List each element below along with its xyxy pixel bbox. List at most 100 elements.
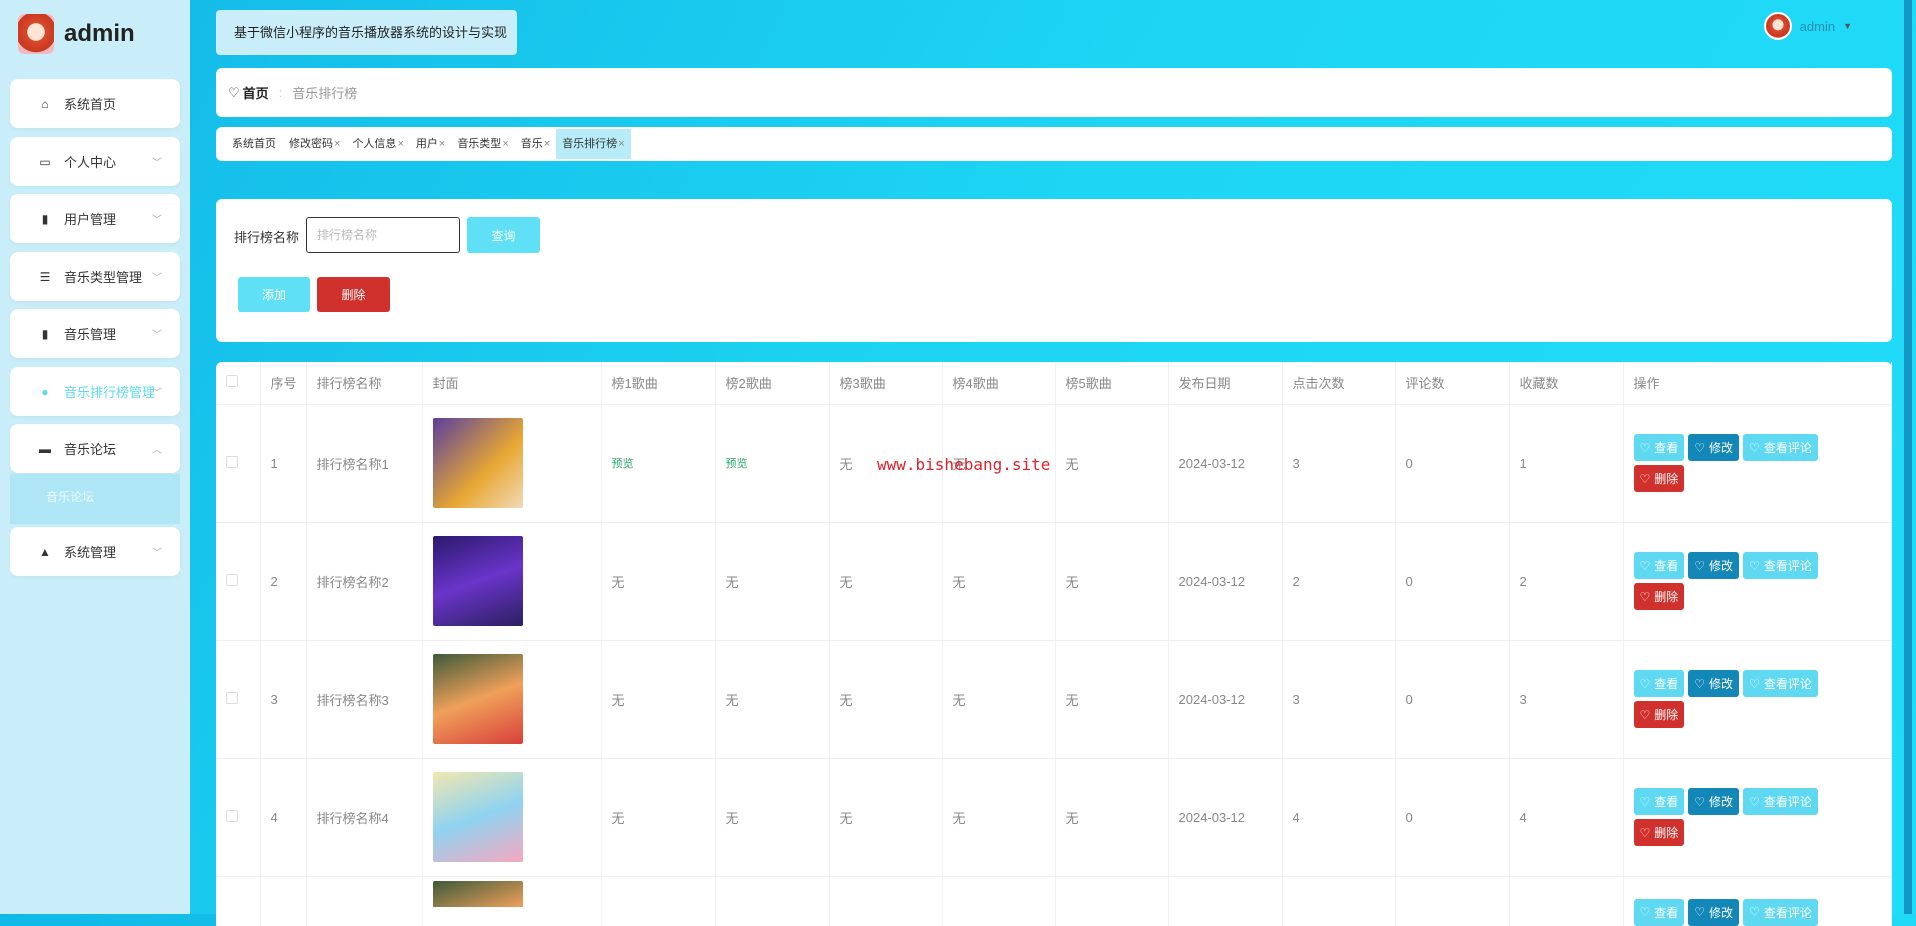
view-comments-button[interactable]: ♡ 查看评论 — [1743, 552, 1818, 579]
row-delete-button[interactable]: ♡ 删除 — [1633, 819, 1685, 846]
close-icon[interactable]: × — [544, 138, 550, 150]
select-all-checkbox[interactable] — [226, 375, 238, 388]
heart-icon: ♡ — [1639, 676, 1651, 691]
edit-button[interactable]: ♡ 修改 — [1688, 898, 1740, 926]
sidebar-item-6[interactable]: ▬ 音乐论坛 ︿ — [10, 424, 180, 473]
row-delete-button[interactable]: ♡ 删除 — [1633, 465, 1685, 492]
cell-s1[interactable]: 预览 — [612, 458, 634, 470]
view-button[interactable]: ♡ 查看 — [1633, 788, 1685, 815]
sidebar-item-0[interactable]: ⌂ 系统首页 — [10, 79, 180, 128]
sidebar-item-label: 用户管理 — [64, 212, 117, 227]
edit-button[interactable]: ♡ 修改 — [1688, 434, 1740, 461]
sidebar-item-label: 音乐管理 — [64, 327, 117, 342]
tab-label: 用户 — [415, 138, 438, 150]
query-button[interactable]: 查询 — [467, 217, 540, 253]
heart-icon: ♡ — [1639, 794, 1651, 809]
close-icon[interactable]: × — [502, 138, 508, 150]
column-header: 封面 — [422, 362, 602, 405]
submenu-item-music-forum[interactable]: 音乐论坛 — [10, 474, 180, 524]
cell-date: 2024-03-12 — [1178, 691, 1246, 707]
logo: admin — [18, 14, 135, 54]
view-comments-button[interactable]: ♡ 查看评论 — [1743, 898, 1818, 926]
row-checkbox[interactable] — [226, 809, 238, 822]
chevron-down-icon: ﹀ — [152, 215, 162, 226]
table-row: 1 排行榜名称1 预览 预览无无无 2024-03-12 3 0 1 ♡ 查看 ♡ 修改 ♡ 查看评论 ♡ 删… — [216, 404, 1892, 523]
close-icon[interactable]: × — [397, 138, 403, 150]
cell-s2[interactable]: 预览 — [726, 458, 748, 470]
close-icon[interactable]: × — [618, 138, 624, 150]
tab-label: 音乐类型 — [457, 138, 502, 150]
cover-image[interactable] — [432, 772, 523, 862]
tab-0[interactable]: 系统首页 — [226, 129, 283, 159]
view-comments-button[interactable]: ♡ 查看评论 — [1743, 434, 1818, 461]
cover-image[interactable] — [432, 880, 523, 907]
app-user-name: admin — [64, 20, 135, 47]
cell-s1: 无 — [611, 574, 625, 590]
cell-s5: 无 — [1065, 810, 1079, 826]
search-input[interactable] — [306, 217, 460, 253]
sidebar-item-7[interactable]: ▲ 系统管理 ﹀ — [10, 527, 180, 576]
column-header: 评论数 — [1395, 362, 1510, 405]
cover-image[interactable] — [432, 418, 523, 508]
heart-icon: ♡ — [228, 84, 240, 100]
cell-no: 2 — [270, 573, 278, 589]
watermark: www.bishebang.site — [877, 455, 1051, 474]
cell-s2: 无 — [725, 810, 739, 826]
view-button[interactable]: ♡ 查看 — [1633, 552, 1685, 579]
table-row: 3 排行榜名称3 无 无 无 无 无 2024-03-12 3 0 3 ♡ 查看 ♡ 修改 ♡ 查看评论 ♡ 删除 — [216, 640, 1892, 759]
add-button[interactable]: 添加 — [238, 277, 310, 312]
tab-6[interactable]: 音乐排行榜× — [556, 129, 631, 159]
cell-s4: 无 — [952, 574, 966, 590]
close-icon[interactable]: × — [334, 138, 340, 150]
column-header: 操作 — [1623, 362, 1892, 405]
heart-icon: ♡ — [1694, 558, 1706, 573]
sidebar-item-3[interactable]: ☰ 音乐类型管理 ﹀ — [10, 252, 180, 301]
view-comments-button[interactable]: ♡ 查看评论 — [1743, 670, 1818, 697]
sidebar-item-5[interactable]: ● 音乐排行榜管理 ﹀ — [10, 367, 180, 416]
table-row: 2 排行榜名称2 无 无 无 无 无 2024-03-12 2 0 2 ♡ 查看 ♡ 修改 ♡ 查看评论 ♡ 删除 — [216, 522, 1892, 641]
close-icon[interactable]: × — [439, 138, 445, 150]
heart-icon: ♡ — [1749, 794, 1760, 809]
tab-3[interactable]: 用户× — [410, 129, 451, 159]
cover-image[interactable] — [432, 536, 523, 626]
sidebar-item-label: 系统首页 — [64, 97, 117, 112]
tab-2[interactable]: 个人信息× — [346, 129, 409, 159]
edit-button[interactable]: ♡ 修改 — [1688, 788, 1740, 815]
list-icon: ☰ — [39, 269, 51, 284]
view-button[interactable]: ♡ 查看 — [1633, 898, 1685, 926]
edit-button[interactable]: ♡ 修改 — [1688, 670, 1740, 697]
bar-chart-icon: ▮ — [41, 326, 49, 341]
user-menu[interactable]: admin ▼ — [1763, 12, 1852, 40]
tab-label: 音乐排行榜 — [562, 138, 618, 150]
tab-5[interactable]: 音乐× — [515, 129, 556, 159]
tab-1[interactable]: 修改密码× — [283, 129, 346, 159]
row-checkbox[interactable] — [226, 455, 238, 468]
row-checkbox[interactable] — [226, 573, 238, 586]
column-header: 榜1歌曲 — [601, 362, 716, 405]
view-button[interactable]: ♡ 查看 — [1633, 670, 1685, 697]
tab-4[interactable]: 音乐类型× — [451, 129, 514, 159]
user-name: admin — [1799, 18, 1836, 34]
delete-button[interactable]: 删除 — [317, 277, 390, 312]
sidebar-item-4[interactable]: ▮ 音乐管理 ﹀ — [10, 309, 180, 358]
row-delete-button[interactable]: ♡ 删除 — [1633, 701, 1685, 728]
cover-image[interactable] — [432, 654, 523, 744]
cell-comments: 0 — [1405, 573, 1413, 589]
sidebar-item-2[interactable]: ▮ 用户管理 ﹀ — [10, 194, 180, 243]
page-scrollbar[interactable] — [1904, 0, 1912, 914]
row-checkbox[interactable] — [226, 691, 238, 704]
heart-icon: ♡ — [1694, 905, 1706, 919]
column-header: 榜5歌曲 — [1055, 362, 1169, 405]
view-comments-button[interactable]: ♡ 查看评论 — [1743, 788, 1818, 815]
sidebar-item-1[interactable]: ▭ 个人中心 ﹀ — [10, 137, 180, 186]
cell-s2: 无 — [725, 692, 739, 708]
edit-button[interactable]: ♡ 修改 — [1688, 552, 1740, 579]
row-delete-button[interactable]: ♡ 删除 — [1633, 583, 1685, 610]
cell-no: 1 — [270, 455, 278, 471]
cell-favs: 4 — [1519, 809, 1527, 825]
breadcrumb-home[interactable]: 首页 — [243, 83, 269, 102]
breadcrumb-separator: : — [278, 85, 283, 100]
home-icon: ⌂ — [41, 96, 49, 111]
shield-icon: ● — [41, 384, 49, 399]
view-button[interactable]: ♡ 查看 — [1633, 434, 1685, 461]
